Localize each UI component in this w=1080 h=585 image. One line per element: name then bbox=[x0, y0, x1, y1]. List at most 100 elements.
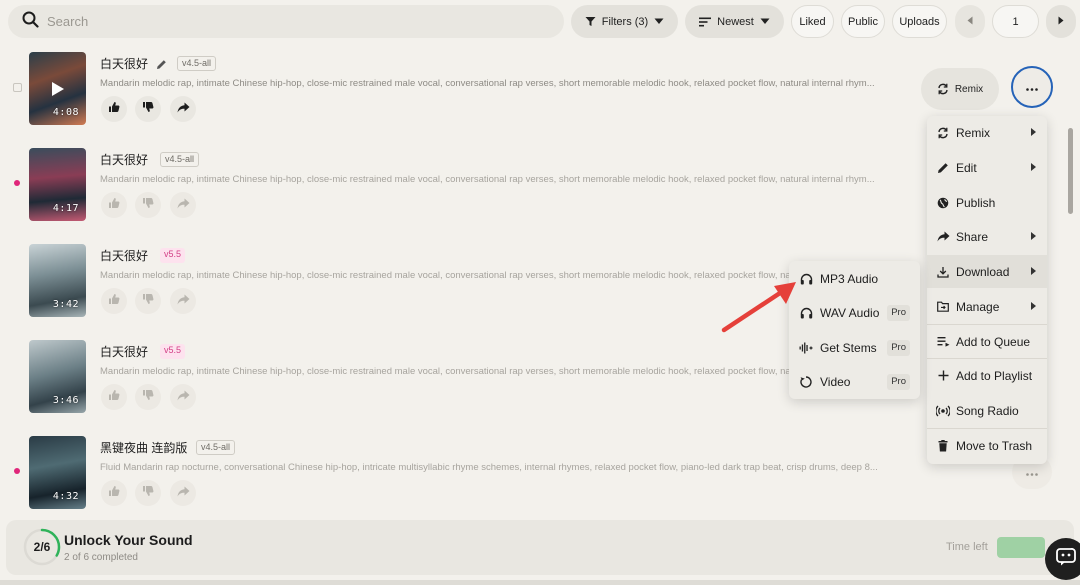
song-title[interactable]: 白天很好 bbox=[100, 247, 148, 264]
thumbs-up-icon bbox=[108, 484, 120, 502]
model-version-badge: v5.5 bbox=[160, 248, 186, 263]
song-cover[interactable]: 4:17 bbox=[29, 148, 86, 221]
pencil-icon bbox=[936, 162, 950, 174]
song-title[interactable]: 黑键夜曲 连韵版 bbox=[100, 439, 187, 456]
search-input[interactable] bbox=[47, 14, 507, 29]
like-button[interactable] bbox=[101, 192, 127, 218]
song-duration: 4:32 bbox=[52, 491, 79, 502]
download-option-label: MP3 Audio bbox=[820, 272, 879, 286]
thumbs-up-icon bbox=[108, 100, 120, 118]
headphones-icon bbox=[799, 307, 813, 319]
like-button[interactable] bbox=[101, 96, 127, 122]
sort-button[interactable]: Newest bbox=[685, 5, 784, 38]
next-page-button[interactable] bbox=[1046, 5, 1076, 38]
song-cover[interactable]: 3:46 bbox=[29, 340, 86, 413]
menu-item-download[interactable]: Download bbox=[927, 255, 1047, 288]
horizontal-scrollbar[interactable] bbox=[0, 580, 1080, 585]
dislike-button[interactable] bbox=[135, 96, 161, 122]
menu-item-song-radio[interactable]: Song Radio bbox=[927, 394, 1047, 427]
row-select-checkbox[interactable] bbox=[13, 83, 22, 92]
video-icon bbox=[799, 376, 813, 388]
public-filter-button[interactable]: Public bbox=[841, 5, 885, 38]
submenu-arrow-icon bbox=[1031, 163, 1036, 171]
like-button[interactable] bbox=[101, 288, 127, 314]
model-version-badge: v4.5-all bbox=[177, 56, 217, 71]
download-option-get-stems[interactable]: Get Stems Pro bbox=[789, 331, 920, 365]
remix-button[interactable]: Remix bbox=[921, 68, 999, 110]
share-arrow-icon bbox=[177, 196, 190, 214]
filters-button[interactable]: Filters (3) bbox=[571, 5, 678, 38]
dislike-button[interactable] bbox=[135, 192, 161, 218]
menu-item-move-to-trash[interactable]: Move to Trash bbox=[927, 429, 1047, 462]
plus-icon bbox=[936, 370, 950, 381]
song-cover[interactable]: 4:32 bbox=[29, 436, 86, 509]
song-cover[interactable]: 4:08 bbox=[29, 52, 86, 125]
song-title[interactable]: 白天很好 bbox=[100, 55, 148, 72]
model-version-badge: v4.5-all bbox=[196, 440, 236, 455]
share-button[interactable] bbox=[170, 192, 196, 218]
menu-item-label: Add to Queue bbox=[956, 334, 1031, 349]
menu-item-label: Share bbox=[956, 229, 989, 244]
song-duration: 3:42 bbox=[52, 299, 79, 310]
menu-item-add-to-playlist[interactable]: Add to Playlist bbox=[927, 359, 1047, 392]
share-button[interactable] bbox=[170, 384, 196, 410]
song-row[interactable]: 3:46 白天很好 v5.5 Mandarin melodic rap, intima… bbox=[0, 338, 920, 418]
globe-icon bbox=[936, 197, 950, 209]
unlock-progress-panel[interactable]: 2/6 Unlock Your Sound 2 of 6 completed T… bbox=[6, 520, 1074, 575]
share-arrow-icon bbox=[177, 484, 190, 502]
liked-filter-button[interactable]: Liked bbox=[791, 5, 834, 38]
thumbs-down-icon bbox=[142, 100, 154, 118]
like-button[interactable] bbox=[101, 384, 127, 410]
menu-item-edit[interactable]: Edit bbox=[927, 151, 1047, 184]
share-button[interactable] bbox=[170, 480, 196, 506]
download-option-mp3-audio[interactable]: MP3 Audio bbox=[789, 262, 920, 296]
menu-divider bbox=[927, 324, 1047, 325]
song-row[interactable]: 4:08 白天很好 v4.5-all Mandarin melodic rap, in… bbox=[0, 50, 920, 130]
dislike-button[interactable] bbox=[135, 384, 161, 410]
scrollbar-thumb[interactable] bbox=[1068, 128, 1073, 214]
chevron-right-icon bbox=[1058, 16, 1064, 28]
menu-item-label: Remix bbox=[956, 125, 991, 140]
like-button[interactable] bbox=[101, 480, 127, 506]
download-option-wav-audio[interactable]: WAV Audio Pro bbox=[789, 296, 920, 330]
radio-icon bbox=[936, 405, 950, 417]
song-row[interactable]: 4:17 白天很好 v4.5-all Mandarin melodic rap, in… bbox=[0, 146, 920, 226]
song-description: Mandarin melodic rap, intimate Chinese h… bbox=[100, 366, 875, 377]
menu-item-remix[interactable]: Remix bbox=[927, 116, 1047, 149]
download-option-video[interactable]: Video Pro bbox=[789, 365, 920, 399]
unread-dot bbox=[14, 468, 20, 474]
menu-item-label: Download bbox=[956, 264, 1010, 279]
share-button[interactable] bbox=[170, 288, 196, 314]
chat-assistant-button[interactable] bbox=[1045, 538, 1080, 580]
edit-title-icon[interactable] bbox=[156, 57, 167, 75]
page-number-field[interactable]: 1 bbox=[992, 5, 1039, 38]
song-description: Mandarin melodic rap, intimate Chinese h… bbox=[100, 78, 875, 89]
remix-icon bbox=[936, 127, 950, 139]
menu-item-label: Manage bbox=[956, 299, 1000, 314]
submenu-arrow-icon bbox=[1031, 302, 1036, 310]
menu-divider bbox=[927, 358, 1047, 359]
search-bar[interactable] bbox=[8, 5, 564, 38]
song-title[interactable]: 白天很好 bbox=[100, 151, 148, 168]
download-icon bbox=[936, 266, 950, 278]
uploads-filter-button[interactable]: Uploads bbox=[892, 5, 947, 38]
menu-item-manage[interactable]: Manage bbox=[927, 290, 1047, 323]
dislike-button[interactable] bbox=[135, 288, 161, 314]
more-options-button[interactable] bbox=[1011, 66, 1053, 108]
queue-icon bbox=[936, 336, 950, 347]
unlock-title: Unlock Your Sound bbox=[64, 532, 193, 548]
annotation-arrow-icon bbox=[721, 282, 796, 333]
song-row[interactable]: 4:32 黑键夜曲 连韵版 v4.5-all Fluid Mandarin rap n… bbox=[0, 434, 920, 514]
song-title[interactable]: 白天很好 bbox=[100, 343, 148, 360]
download-option-label: WAV Audio bbox=[820, 306, 880, 320]
liked-label: Liked bbox=[799, 15, 826, 28]
share-button[interactable] bbox=[170, 96, 196, 122]
menu-item-add-to-queue[interactable]: Add to Queue bbox=[927, 325, 1047, 358]
menu-item-share[interactable]: Share bbox=[927, 220, 1047, 253]
song-cover[interactable]: 3:42 bbox=[29, 244, 86, 317]
menu-item-publish[interactable]: Publish bbox=[927, 186, 1047, 219]
dislike-button[interactable] bbox=[135, 480, 161, 506]
thumbs-up-icon bbox=[108, 292, 120, 310]
claim-button[interactable] bbox=[997, 537, 1045, 558]
prev-page-button[interactable] bbox=[955, 5, 985, 38]
